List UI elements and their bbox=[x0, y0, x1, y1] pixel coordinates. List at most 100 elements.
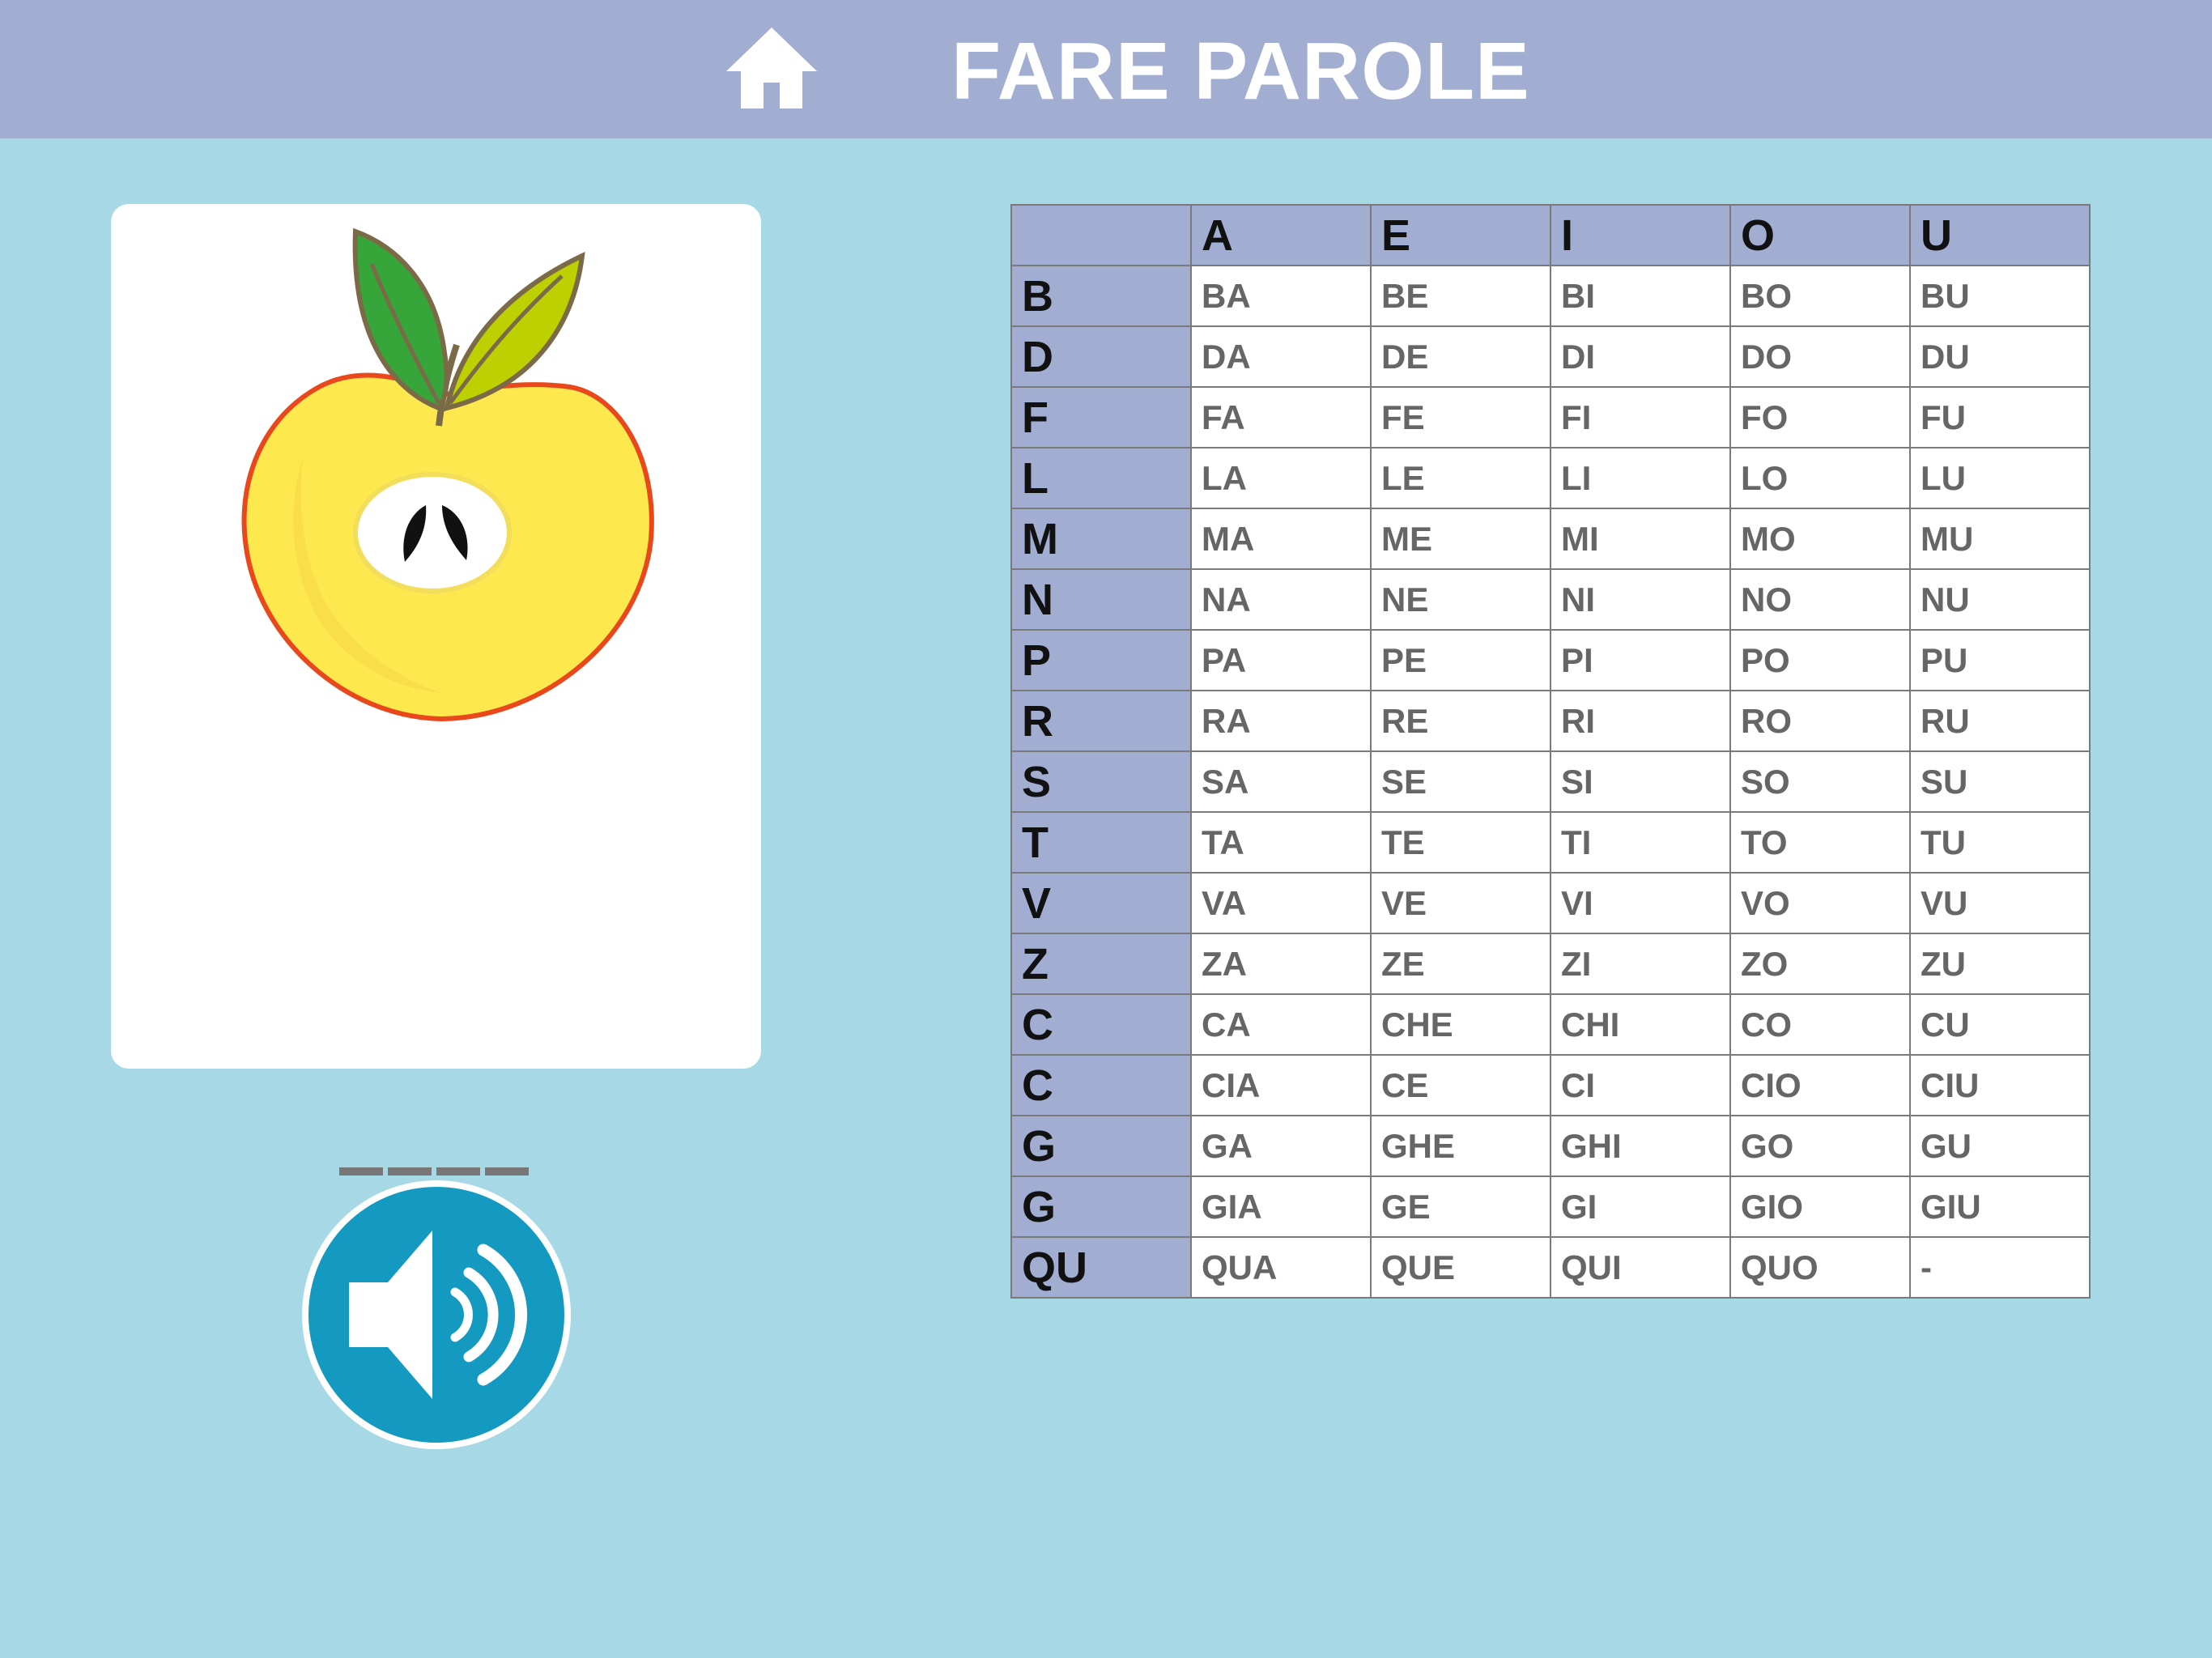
syllable-cell[interactable]: VO bbox=[1729, 872, 1911, 934]
syllable-cell[interactable]: CA bbox=[1190, 993, 1372, 1056]
syllable-cell[interactable]: - bbox=[1909, 1236, 2091, 1299]
syllable-cell[interactable]: FA bbox=[1190, 386, 1372, 449]
syllable-cell[interactable]: GHI bbox=[1550, 1115, 1731, 1177]
syllable-cell[interactable]: ZA bbox=[1190, 933, 1372, 995]
syllable-cell[interactable]: SU bbox=[1909, 750, 2091, 813]
consonant-label: C bbox=[1010, 1054, 1192, 1116]
home-button[interactable] bbox=[723, 24, 820, 113]
syllable-cell[interactable]: ZE bbox=[1370, 933, 1551, 995]
syllable-cell[interactable]: LE bbox=[1370, 447, 1551, 509]
syllable-cell[interactable]: BA bbox=[1190, 265, 1372, 327]
syllable-cell[interactable]: RO bbox=[1729, 690, 1911, 752]
syllable-cell[interactable]: FI bbox=[1550, 386, 1731, 449]
syllable-cell[interactable]: LU bbox=[1909, 447, 2091, 509]
syllable-cell[interactable]: SO bbox=[1729, 750, 1911, 813]
syllable-cell[interactable]: FE bbox=[1370, 386, 1551, 449]
syllable-cell[interactable]: GIA bbox=[1190, 1175, 1372, 1238]
syllable-cell[interactable]: BI bbox=[1550, 265, 1731, 327]
syllable-cell[interactable]: DU bbox=[1909, 325, 2091, 388]
play-sound-button[interactable] bbox=[299, 1177, 574, 1452]
syllable-cell[interactable]: BU bbox=[1909, 265, 2091, 327]
syllable-cell[interactable]: GIU bbox=[1909, 1175, 2091, 1238]
syllable-cell[interactable]: MU bbox=[1909, 508, 2091, 570]
syllable-cell[interactable]: NE bbox=[1370, 568, 1551, 631]
syllable-cell[interactable]: TU bbox=[1909, 811, 2091, 874]
syllable-cell[interactable]: MO bbox=[1729, 508, 1911, 570]
syllable-cell[interactable]: ZU bbox=[1909, 933, 2091, 995]
syllable-cell[interactable]: CIU bbox=[1909, 1054, 2091, 1116]
syllable-cell[interactable]: DI bbox=[1550, 325, 1731, 388]
syllable-cell[interactable]: SE bbox=[1370, 750, 1551, 813]
syllable-cell[interactable]: GA bbox=[1190, 1115, 1372, 1177]
syllable-cell[interactable]: ZO bbox=[1729, 933, 1911, 995]
table-row: D DA DE DI DO DU bbox=[1010, 325, 2091, 388]
syllable-cell[interactable]: CO bbox=[1729, 993, 1911, 1056]
syllable-cell[interactable]: DA bbox=[1190, 325, 1372, 388]
syllable-cell[interactable]: VE bbox=[1370, 872, 1551, 934]
syllable-cell[interactable]: GIO bbox=[1729, 1175, 1911, 1238]
syllable-cell[interactable]: RI bbox=[1550, 690, 1731, 752]
syllable-cell[interactable]: CIO bbox=[1729, 1054, 1911, 1116]
table-row: P PA PE PI PO PU bbox=[1010, 629, 2091, 691]
syllable-cell[interactable]: GE bbox=[1370, 1175, 1551, 1238]
syllable-cell[interactable]: GHE bbox=[1370, 1115, 1551, 1177]
syllable-cell[interactable]: CIA bbox=[1190, 1054, 1372, 1116]
syllable-cell[interactable]: CHE bbox=[1370, 993, 1551, 1056]
syllable-cell[interactable]: TE bbox=[1370, 811, 1551, 874]
syllable-cell[interactable]: QUO bbox=[1729, 1236, 1911, 1299]
column-header: O bbox=[1729, 204, 1911, 266]
syllable-cell[interactable]: NO bbox=[1729, 568, 1911, 631]
header-bar: FARE PAROLE bbox=[0, 0, 2212, 138]
syllable-cell[interactable]: CHI bbox=[1550, 993, 1731, 1056]
syllable-cell[interactable]: QUA bbox=[1190, 1236, 1372, 1299]
syllable-cell[interactable]: TO bbox=[1729, 811, 1911, 874]
syllable-cell[interactable]: GO bbox=[1729, 1115, 1911, 1177]
syllable-cell[interactable]: VI bbox=[1550, 872, 1731, 934]
syllable-cell[interactable]: RA bbox=[1190, 690, 1372, 752]
syllable-cell[interactable]: PA bbox=[1190, 629, 1372, 691]
syllable-cell[interactable]: MI bbox=[1550, 508, 1731, 570]
syllable-cell[interactable]: DE bbox=[1370, 325, 1551, 388]
syllable-cell[interactable]: BE bbox=[1370, 265, 1551, 327]
syllable-cell[interactable]: ZI bbox=[1550, 933, 1731, 995]
syllable-cell[interactable]: RE bbox=[1370, 690, 1551, 752]
syllable-cell[interactable]: LO bbox=[1729, 447, 1911, 509]
syllable-cell[interactable]: QUE bbox=[1370, 1236, 1551, 1299]
consonant-label: F bbox=[1010, 386, 1192, 449]
syllable-cell[interactable]: VU bbox=[1909, 872, 2091, 934]
syllable-cell[interactable]: ME bbox=[1370, 508, 1551, 570]
syllable-cell[interactable]: NA bbox=[1190, 568, 1372, 631]
syllable-cell[interactable]: QUI bbox=[1550, 1236, 1731, 1299]
syllable-cell[interactable]: CU bbox=[1909, 993, 2091, 1056]
syllable-cell[interactable]: RU bbox=[1909, 690, 2091, 752]
page-title: FARE PAROLE bbox=[951, 26, 1530, 117]
syllable-cell[interactable]: VA bbox=[1190, 872, 1372, 934]
syllable-cell[interactable]: GI bbox=[1550, 1175, 1731, 1238]
syllable-cell[interactable]: CI bbox=[1550, 1054, 1731, 1116]
syllable-cell[interactable]: MA bbox=[1190, 508, 1372, 570]
table-row: G GIA GE GI GIO GIU bbox=[1010, 1175, 2091, 1238]
syllable-cell[interactable]: LA bbox=[1190, 447, 1372, 509]
table-row: G GA GHE GHI GO GU bbox=[1010, 1115, 2091, 1177]
syllable-cell[interactable]: SA bbox=[1190, 750, 1372, 813]
syllable-cell[interactable]: TA bbox=[1190, 811, 1372, 874]
syllable-cell[interactable]: TI bbox=[1550, 811, 1731, 874]
column-header: E bbox=[1370, 204, 1551, 266]
syllable-cell[interactable]: FO bbox=[1729, 386, 1911, 449]
speaker-icon bbox=[302, 1180, 571, 1449]
letter-blank bbox=[436, 1167, 480, 1175]
syllable-cell[interactable]: PO bbox=[1729, 629, 1911, 691]
syllable-cell[interactable]: PI bbox=[1550, 629, 1731, 691]
syllable-cell[interactable]: BO bbox=[1729, 265, 1911, 327]
syllable-cell[interactable]: PE bbox=[1370, 629, 1551, 691]
syllable-cell[interactable]: CE bbox=[1370, 1054, 1551, 1116]
syllable-cell[interactable]: FU bbox=[1909, 386, 2091, 449]
table-row: V VA VE VI VO VU bbox=[1010, 872, 2091, 934]
syllable-cell[interactable]: LI bbox=[1550, 447, 1731, 509]
syllable-cell[interactable]: SI bbox=[1550, 750, 1731, 813]
syllable-cell[interactable]: GU bbox=[1909, 1115, 2091, 1177]
syllable-cell[interactable]: PU bbox=[1909, 629, 2091, 691]
syllable-cell[interactable]: NI bbox=[1550, 568, 1731, 631]
syllable-cell[interactable]: DO bbox=[1729, 325, 1911, 388]
syllable-cell[interactable]: NU bbox=[1909, 568, 2091, 631]
